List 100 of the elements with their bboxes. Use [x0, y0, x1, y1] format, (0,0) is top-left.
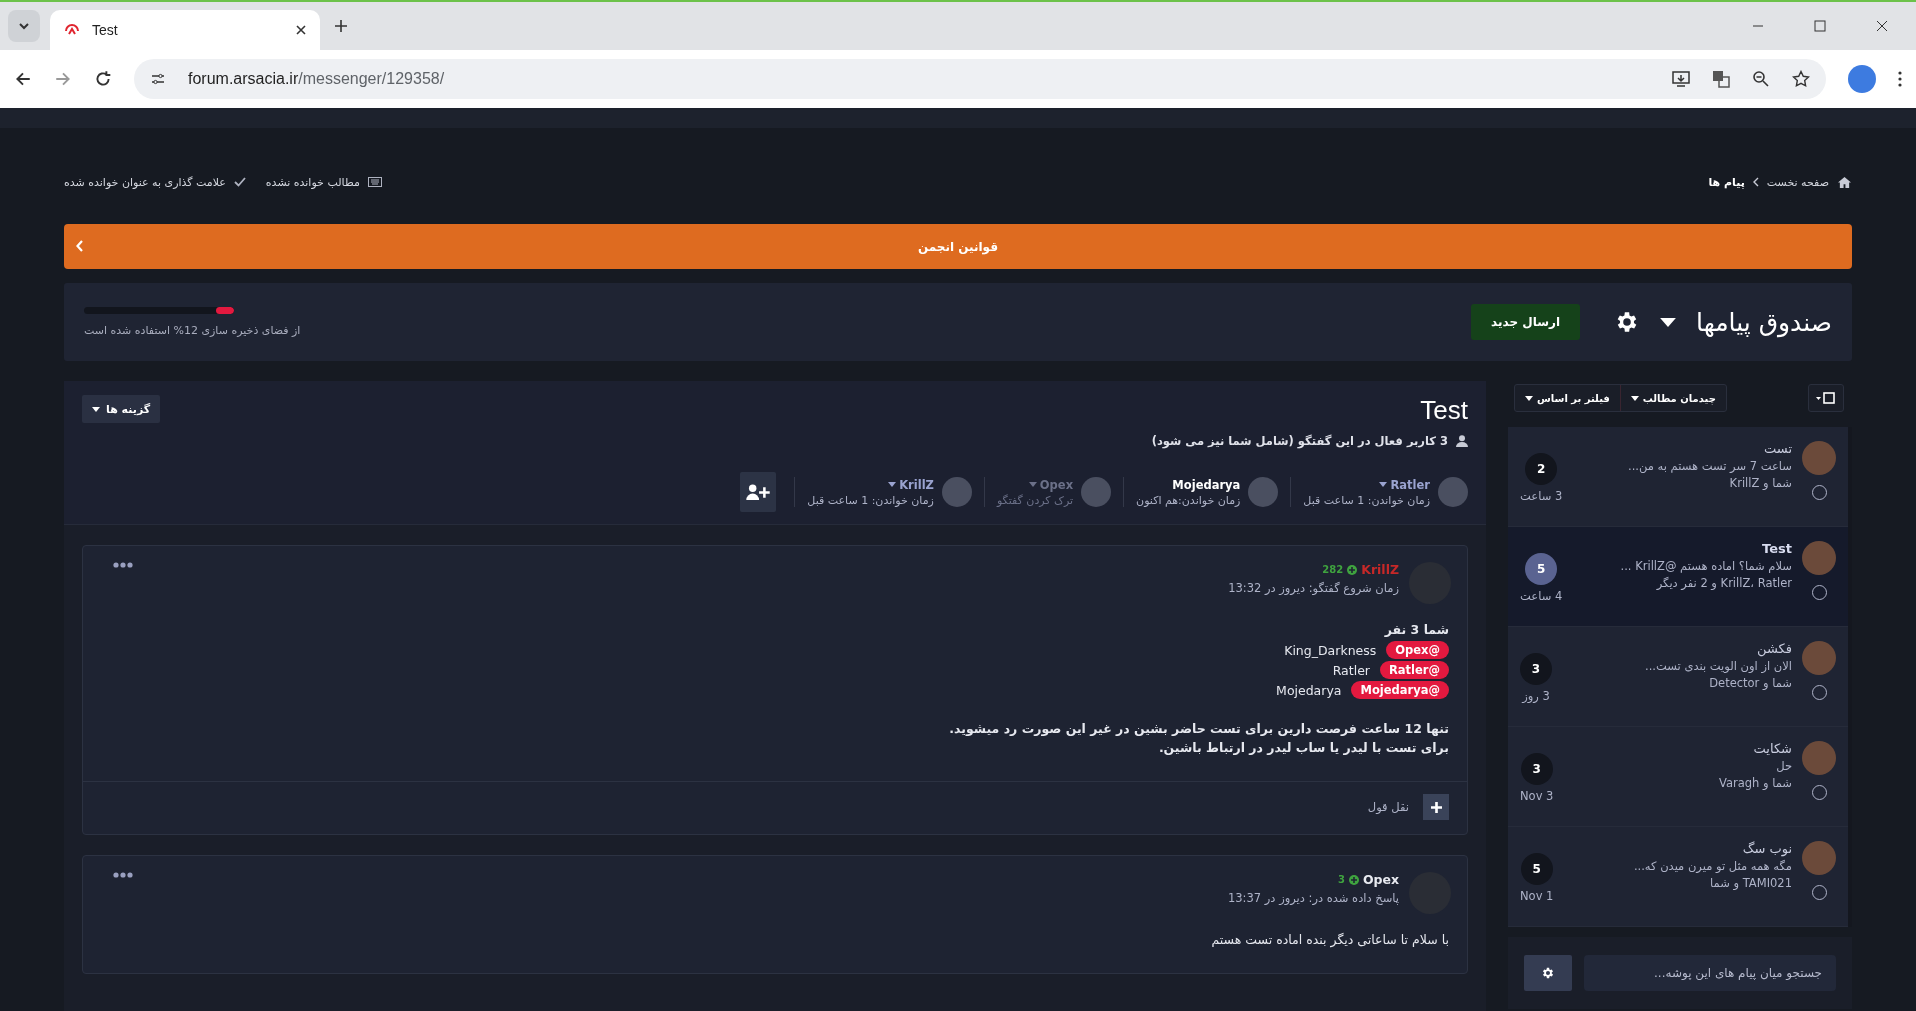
message-text: شما 3 نفر — [1383, 622, 1449, 637]
new-tab-icon[interactable] — [334, 19, 348, 33]
conversation-time: 3 روز — [1522, 689, 1550, 703]
avatar — [1802, 641, 1836, 675]
conversation-title: فکشن — [1756, 641, 1792, 656]
quote-link[interactable]: نقل قول — [1367, 800, 1409, 814]
conversation-time: 4 ساعت — [1520, 589, 1563, 603]
breadcrumb-link[interactable]: پیام ها — [1708, 175, 1745, 189]
conversation-participants: شما و Varagh — [1718, 776, 1792, 790]
conversation-title: Test — [1420, 395, 1468, 426]
caret-icon[interactable] — [1379, 482, 1388, 487]
conversation-snippet: حل — [1775, 759, 1792, 773]
close-icon[interactable] — [296, 25, 306, 35]
address-field[interactable]: forum.arsacia.ir/messenger/129358/ — [134, 59, 1826, 99]
author-name[interactable]: Opex — [1362, 872, 1399, 887]
more-icon[interactable] — [113, 872, 133, 878]
conversation-title: تست — [1763, 441, 1792, 456]
participant-status: زمان خواندن: 1 ساعت قبل — [807, 493, 934, 507]
caret-icon — [92, 406, 100, 412]
reload-icon[interactable] — [94, 70, 112, 88]
message-text: با سلام تا ساعاتی دیگر بنده اماده تست هستم — [1210, 932, 1449, 947]
select-toggle-button[interactable] — [1808, 384, 1844, 412]
profile-avatar[interactable] — [1848, 65, 1876, 93]
conversation-title: Test — [1761, 541, 1792, 556]
options-button[interactable]: گزینه ها — [82, 395, 161, 423]
caret-icon[interactable] — [1660, 317, 1677, 327]
toolbar-link[interactable]: علامت گذاری به عنوان خوانده شده — [64, 175, 226, 189]
avatar — [1081, 477, 1112, 507]
participant-status: ترک کردن گفتگو — [996, 493, 1074, 507]
caret-icon — [1630, 395, 1639, 401]
maximize-icon[interactable] — [1814, 20, 1826, 32]
participant-name[interactable]: Ratler — [1390, 477, 1430, 492]
mention-tag[interactable]: @Ratler — [1379, 661, 1449, 679]
dropdown-button[interactable]: فیلتر بر اساس — [1515, 385, 1621, 411]
avatar — [1802, 741, 1836, 775]
close-icon[interactable] — [1876, 20, 1888, 32]
avatar — [1802, 841, 1836, 875]
add-user-icon — [746, 483, 771, 501]
check-icon — [233, 177, 246, 187]
caret-icon — [1525, 395, 1533, 401]
message-text: تنها 12 ساعت فرصت دارین برای تست حاضر بشین در غیر این صورت رد میشوید. — [948, 721, 1449, 736]
conversation-participants: TAMI021 و شما — [1709, 876, 1792, 890]
star-icon[interactable] — [1792, 70, 1810, 88]
conversation-participants: شما و Detector — [1708, 676, 1792, 690]
chevron-icon — [76, 240, 84, 252]
url-text: forum.arsacia.ir/messenger/129358/ — [188, 70, 445, 88]
active-users-text: 3 کاربر فعال در این گفتگو (شامل شما نیز می شود) — [1151, 434, 1448, 448]
avatar — [1802, 541, 1836, 575]
toolbar-link[interactable]: مطالب خوانده نشده — [265, 175, 360, 189]
new-message-button[interactable]: ارسال جدید — [1471, 304, 1581, 340]
conversation-title: نوب سگ — [1741, 841, 1792, 856]
settings-icon — [1541, 966, 1555, 980]
mention-name: Mojedarya — [1276, 682, 1342, 698]
caret-icon[interactable] — [888, 482, 897, 487]
conversation-title: شکایت — [1752, 741, 1792, 756]
reply-count: 2 — [1525, 453, 1558, 485]
message-text: برای تست با لیدر یا ساب لیدر در ارتباط باشین. — [1157, 740, 1449, 755]
mention-name: King_Darkness — [1284, 642, 1377, 658]
keyboard-icon — [367, 177, 382, 187]
site-settings-icon[interactable] — [150, 71, 166, 87]
conversation-participants: KrillZ، Ratler و 2 نفر دیگر — [1655, 576, 1792, 590]
avatar — [941, 477, 972, 507]
browser-tab[interactable]: Test — [50, 10, 320, 50]
avatar — [1248, 477, 1279, 507]
reputation-count: 3 — [1337, 874, 1345, 885]
multi-quote-button[interactable] — [1423, 794, 1449, 820]
mention-tag[interactable]: @Opex — [1386, 641, 1449, 659]
reply-count: 3 — [1520, 753, 1553, 785]
user-icon — [1456, 435, 1468, 447]
caret-icon — [18, 20, 30, 32]
conversation-snippet: مگه همه مثل تو میرن میدن که... — [1633, 859, 1792, 873]
mention-tag[interactable]: @Mojedarya — [1351, 681, 1449, 699]
participant-name[interactable]: KrillZ — [899, 477, 934, 492]
reputation-count: 282 — [1322, 564, 1344, 575]
dropdown-button[interactable]: چیدمان مطالب — [1620, 385, 1726, 411]
storage-text: از فضای ذخیره سازی 12% استفاده شده است — [84, 324, 301, 337]
message-date: پاسخ داده شده در: دیروز در 13:37 — [1228, 891, 1399, 905]
avatar — [1802, 441, 1836, 475]
participant-status: زمان خواندن: 1 ساعت قبل — [1303, 493, 1430, 507]
mention-name: Ratler — [1332, 662, 1370, 678]
conversation-participants: شما و KrillZ — [1728, 476, 1792, 490]
search-settings-button[interactable] — [1524, 955, 1572, 991]
zoom-icon[interactable] — [1752, 70, 1770, 88]
back-icon[interactable] — [14, 70, 32, 88]
tab-search-button[interactable] — [8, 10, 40, 42]
tab-title: Test — [92, 22, 119, 38]
menu-icon[interactable] — [1898, 71, 1902, 87]
participant-name[interactable]: Mojedarya — [1172, 477, 1241, 492]
translate-icon[interactable] — [1712, 70, 1730, 88]
more-icon[interactable] — [113, 562, 133, 568]
plus-icon — [1430, 801, 1442, 813]
breadcrumb-link[interactable]: صفحه نخست — [1766, 175, 1829, 189]
home-icon[interactable] — [1837, 175, 1852, 189]
search-field[interactable]: جستجو میان پیام های این پوشه... — [1584, 955, 1836, 991]
forward-icon[interactable] — [54, 70, 72, 88]
install-icon[interactable] — [1672, 70, 1690, 88]
add-participant-button[interactable] — [740, 472, 777, 512]
conversation-snippet: الان از اون الویت بندی تست... — [1645, 659, 1792, 673]
plus-circle-icon — [1347, 564, 1358, 575]
reply-count: 5 — [1525, 553, 1558, 585]
